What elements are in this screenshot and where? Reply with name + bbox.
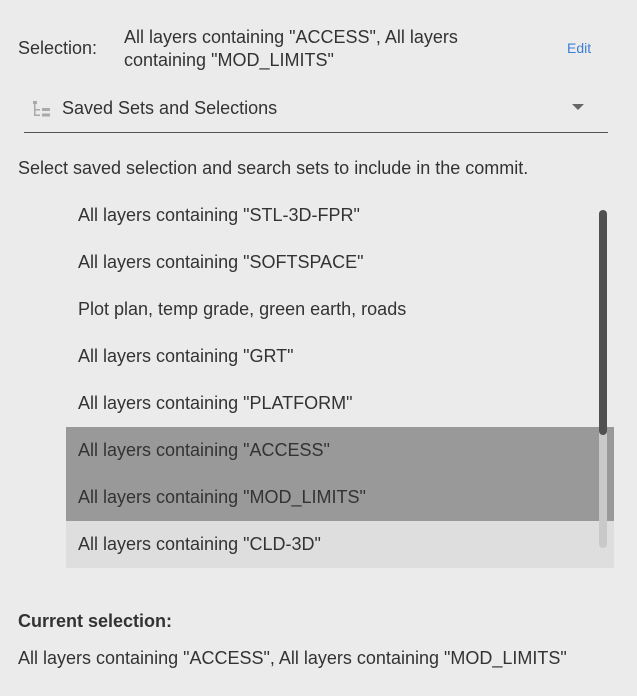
current-selection-value: All layers containing "ACCESS", All laye… [18,648,567,668]
list-item[interactable]: All layers containing "PLATFORM" [66,380,614,427]
saved-sets-list: All layers containing "STL-3D-FPR" All l… [66,192,614,568]
sets-dropdown[interactable]: Saved Sets and Selections [24,88,608,133]
selection-value: All layers containing "ACCESS", All laye… [124,27,458,70]
list-item-selected[interactable]: All layers containing "ACCESS" [66,427,614,474]
caret-down-icon[interactable] [572,104,584,110]
list-item[interactable]: All layers containing "SOFTSPACE" [66,239,614,286]
selection-label: Selection: [18,38,98,58]
scrollbar-thumb[interactable] [599,210,607,435]
edit-link[interactable]: Edit [567,40,591,56]
dropdown-selected-value: Saved Sets and Selections [62,98,278,118]
list-item[interactable]: Plot plan, temp grade, green earth, road… [66,286,614,333]
current-selection-title: Current selection: [18,611,173,631]
list-item-hover[interactable]: All layers containing "CLD-3D" [66,521,614,568]
tree-list-icon [33,101,53,124]
instructions-text: Select saved selection and search sets t… [18,158,529,178]
list-item[interactable]: All layers containing "STL-3D-FPR" [66,192,614,239]
list-item-selected[interactable]: All layers containing "MOD_LIMITS" [66,474,614,521]
list-item[interactable]: All layers containing "GRT" [66,333,614,380]
